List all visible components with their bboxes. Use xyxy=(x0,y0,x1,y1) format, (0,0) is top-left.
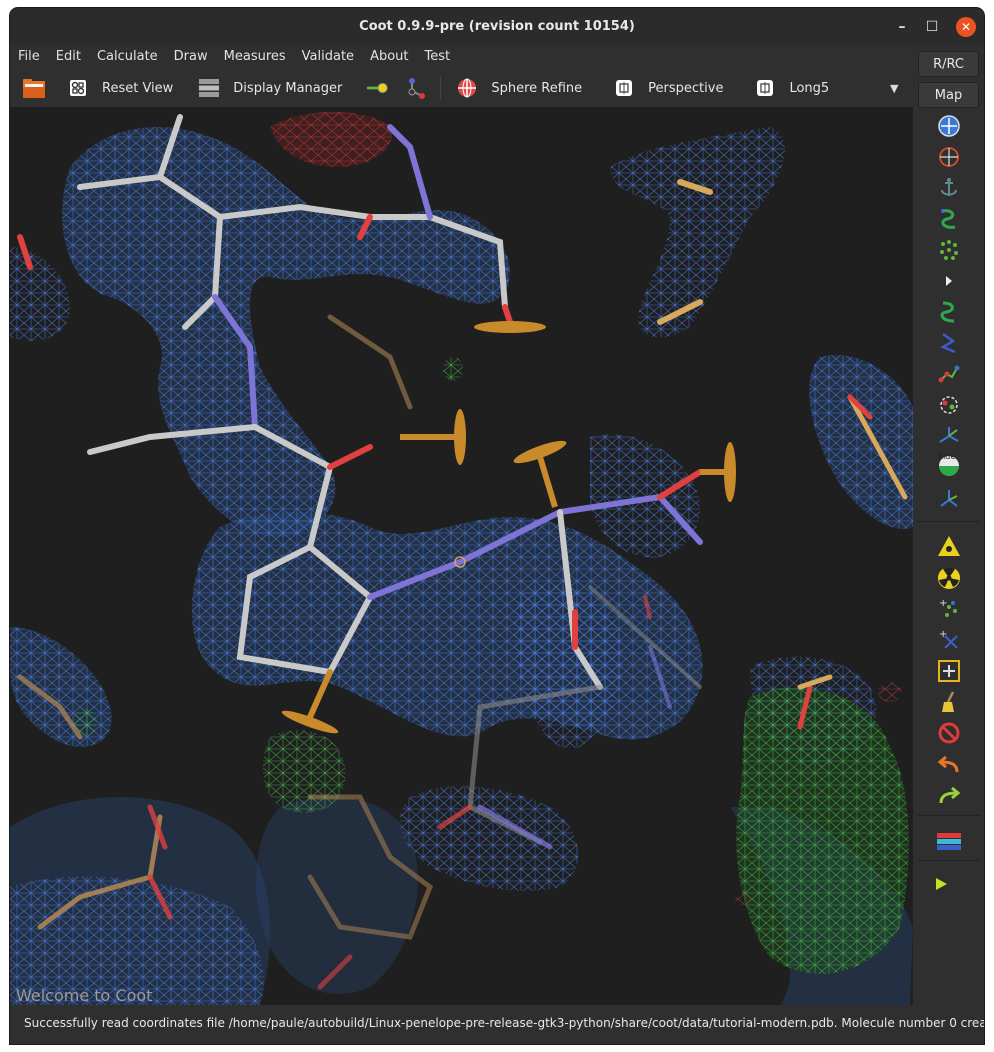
delete-icon[interactable] xyxy=(936,720,962,746)
minimize-button[interactable]: – xyxy=(892,17,912,37)
maximize-button[interactable]: ☐ xyxy=(922,17,942,37)
anchor-icon[interactable] xyxy=(936,175,962,201)
toolbar-separator xyxy=(440,76,442,100)
rrc-button[interactable]: R/RC xyxy=(918,51,979,77)
place-atom-icon[interactable] xyxy=(936,658,962,684)
menu-draw[interactable]: Draw xyxy=(166,45,216,69)
folder-icon xyxy=(22,76,46,100)
regularize-zone-icon[interactable] xyxy=(936,299,962,325)
side-icon-label: Side xyxy=(938,452,956,461)
chevron-down-icon: ▼ xyxy=(890,81,899,95)
go-to-atom-button[interactable] xyxy=(366,69,390,107)
rotate-translate-zone-icon[interactable] xyxy=(936,113,962,139)
toolbar-separator xyxy=(917,860,980,861)
main-toolbar: Reset View Display Manager Sphere Refine xyxy=(10,69,913,108)
sphere-refine-button[interactable]: Sphere Refine xyxy=(455,69,582,107)
title-bar: Coot 0.9.9-pre (revision count 10154) – … xyxy=(10,8,984,45)
reset-view-label: Reset View xyxy=(102,80,174,96)
perspective-label: Perspective xyxy=(648,80,724,96)
sphere-refine-label: Sphere Refine xyxy=(491,80,583,96)
status-message: Successfully read coordinates file /home… xyxy=(24,1016,984,1030)
perspective-button[interactable]: Perspective xyxy=(612,69,723,107)
add-atom-button[interactable] xyxy=(404,69,428,107)
close-button[interactable]: ✕ xyxy=(956,17,976,37)
atom-pin-icon xyxy=(366,76,390,100)
toolbar-separator xyxy=(917,815,980,816)
atoms-dots-icon[interactable] xyxy=(936,237,962,263)
display-manager-icon xyxy=(197,76,221,100)
open-coordinates-button[interactable] xyxy=(22,69,46,107)
undo-icon[interactable] xyxy=(936,751,962,777)
menu-about[interactable]: About xyxy=(362,45,416,69)
sphere-refine-icon xyxy=(455,76,479,100)
real-space-refine-icon[interactable] xyxy=(936,206,962,232)
long5-button[interactable]: Long5 xyxy=(753,69,829,107)
radiation-icon[interactable] xyxy=(936,565,962,591)
rigid-body-fit-icon[interactable] xyxy=(936,330,962,356)
toolbar-overflow-button[interactable]: ▼ xyxy=(890,69,898,107)
add-atoms-icon[interactable]: + xyxy=(936,596,962,622)
graphics-canvas[interactable]: Welcome to Coot xyxy=(10,107,913,1005)
add-terminal-residue-icon[interactable]: + xyxy=(936,627,962,653)
side-chain-residues-icon[interactable]: Side xyxy=(936,452,962,480)
map-button[interactable]: Map xyxy=(918,82,979,108)
welcome-text: Welcome to Coot xyxy=(16,986,153,1005)
menu-bar: File Edit Calculate Draw Measures Valida… xyxy=(10,45,913,69)
menu-validate[interactable]: Validate xyxy=(294,45,362,69)
expand-arrow-icon[interactable] xyxy=(936,268,962,294)
side-chain-180-icon[interactable] xyxy=(936,423,962,449)
long5-label: Long5 xyxy=(789,80,830,96)
status-bar: Successfully read coordinates file /home… xyxy=(10,1007,984,1044)
long5-icon xyxy=(753,76,777,100)
reset-view-icon xyxy=(66,76,90,100)
svg-text:+: + xyxy=(939,598,947,609)
menu-edit[interactable]: Edit xyxy=(48,45,89,69)
display-manager-button[interactable]: Display Manager xyxy=(197,69,342,107)
redo-icon[interactable] xyxy=(936,782,962,808)
toolbar-separator xyxy=(917,521,980,522)
molecule-view xyxy=(10,107,913,1005)
right-toolbar: R/RC Map Side + + xyxy=(913,45,984,1007)
coot-window: Coot 0.9.9-pre (revision count 10154) – … xyxy=(10,8,984,1044)
perspective-icon xyxy=(612,76,636,100)
reset-view-button[interactable]: Reset View xyxy=(66,69,173,107)
sequence-view-icon[interactable] xyxy=(936,828,962,854)
play-icon[interactable] xyxy=(928,871,954,897)
menu-calculate[interactable]: Calculate xyxy=(89,45,166,69)
clear-broom-icon[interactable] xyxy=(936,689,962,715)
hazard-icon[interactable] xyxy=(936,533,962,559)
target-icon[interactable] xyxy=(936,144,962,170)
menu-test[interactable]: Test xyxy=(417,45,459,69)
rotamer-icon[interactable] xyxy=(936,361,962,387)
menu-file[interactable]: File xyxy=(10,45,48,69)
window-title: Coot 0.9.9-pre (revision count 10154) xyxy=(359,19,635,34)
atom-graph-icon xyxy=(404,76,428,100)
torsion-edit-icon[interactable] xyxy=(936,485,962,511)
display-manager-label: Display Manager xyxy=(233,80,343,96)
menu-measures[interactable]: Measures xyxy=(216,45,294,69)
flip-peptide-icon[interactable] xyxy=(936,392,962,418)
